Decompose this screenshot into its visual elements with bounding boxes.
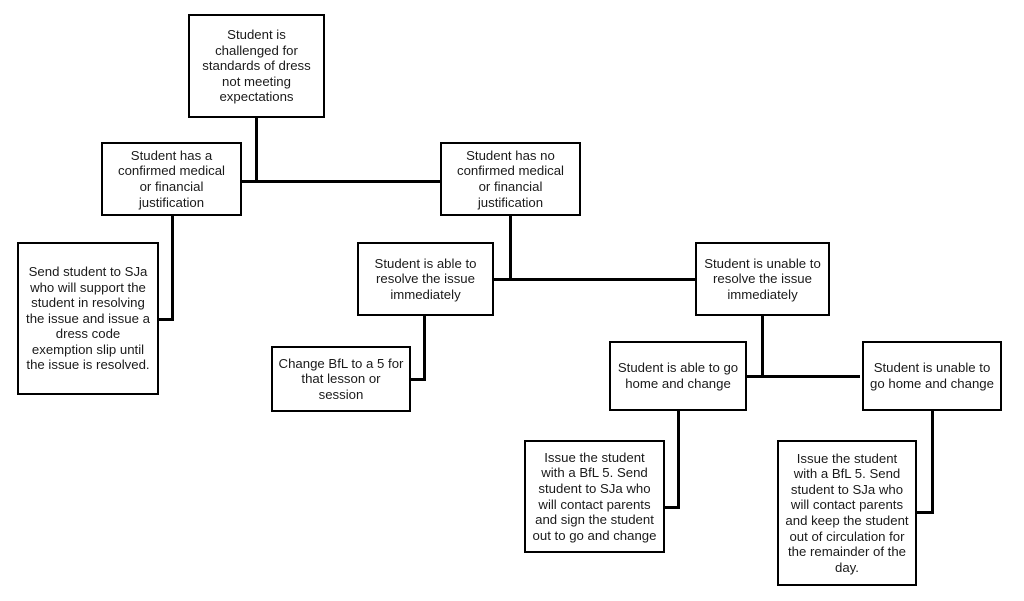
edge-home-unable-down (931, 409, 934, 513)
node-go-home-unable[interactable]: Student is unable to go home and change (862, 341, 1002, 411)
flowchart-canvas: Student is challenged for standards of d… (0, 0, 1024, 601)
node-bfl5-keep-out-of-circulation[interactable]: Issue the student with a BfL 5. Send stu… (777, 440, 917, 586)
node-medical-justification-yes[interactable]: Student has a confirmed medical or finan… (101, 142, 242, 216)
edge-level2-horizontal (242, 180, 441, 183)
node-change-bfl-to-5[interactable]: Change BfL to a 5 for that lesson or ses… (271, 346, 411, 412)
node-label: Student is able to resolve the issue imm… (374, 255, 477, 302)
node-send-to-sja-exemption-slip[interactable]: Send student to SJa who will support the… (17, 242, 159, 395)
edge-home-able-into-action (663, 506, 680, 509)
edge-resolve-able-down (423, 314, 426, 380)
edge-resolve-able-into-bfl (409, 378, 426, 381)
node-label: Student is unable to go home and change (870, 360, 994, 391)
node-go-home-able[interactable]: Student is able to go home and change (609, 341, 747, 411)
node-label: Student is challenged for standards of d… (202, 27, 311, 105)
node-medical-justification-no[interactable]: Student has no confirmed medical or fina… (440, 142, 581, 216)
node-label: Student has no confirmed medical or fina… (456, 147, 564, 210)
edge-home-able-down (677, 409, 680, 508)
node-label: Change BfL to a 5 for that lesson or ses… (278, 355, 404, 402)
edge-medical-no-down (509, 214, 512, 280)
edge-medical-yes-down (171, 214, 174, 320)
node-label: Issue the student with a BfL 5. Send stu… (532, 449, 657, 543)
edge-level3-horizontal (492, 278, 697, 281)
edge-resolve-unable-down (761, 314, 764, 378)
node-resolve-issue-able[interactable]: Student is able to resolve the issue imm… (357, 242, 494, 316)
node-label: Student is unable to resolve the issue i… (704, 255, 821, 302)
node-label: Student is able to go home and change (617, 360, 739, 391)
node-label: Issue the student with a BfL 5. Send stu… (785, 450, 909, 575)
node-resolve-issue-unable[interactable]: Student is unable to resolve the issue i… (695, 242, 830, 316)
node-student-challenged[interactable]: Student is challenged for standards of d… (188, 14, 325, 118)
node-label: Send student to SJa who will support the… (26, 263, 150, 373)
node-label: Student has a confirmed medical or finan… (117, 147, 225, 210)
edge-level4-horizontal (745, 375, 860, 378)
node-bfl5-sign-out-to-change[interactable]: Issue the student with a BfL 5. Send stu… (524, 440, 665, 553)
edge-medical-yes-into-sja (157, 318, 174, 321)
edge-root-down (255, 116, 258, 182)
edge-home-unable-into-action (916, 511, 934, 514)
